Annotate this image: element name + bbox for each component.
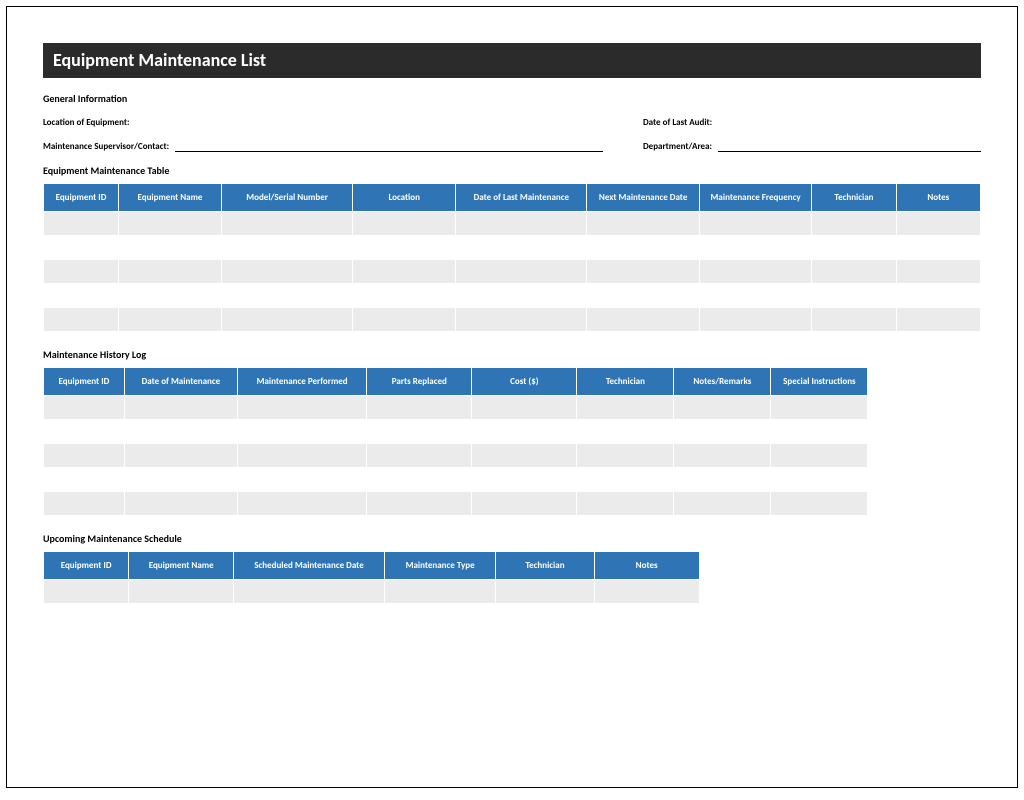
- table-row: [44, 492, 868, 516]
- maintenance-history-table: Equipment ID Date of Maintenance Mainten…: [43, 367, 868, 516]
- th-technician: Technician: [496, 552, 594, 580]
- th-equipment-id: Equipment ID: [44, 184, 119, 212]
- page-title: Equipment Maintenance List: [53, 49, 266, 71]
- table-row: [44, 604, 700, 628]
- table-row: [44, 580, 700, 604]
- label-department: Department/Area:: [643, 141, 712, 152]
- table-row: [44, 236, 981, 260]
- field-department: Department/Area:: [643, 140, 981, 152]
- section-equipment-table: Equipment Maintenance Table Equipment ID…: [43, 164, 981, 332]
- th-last-maint: Date of Last Maintenance: [456, 184, 587, 212]
- th-instructions: Special Instructions: [771, 368, 868, 396]
- label-upcoming: Upcoming Maintenance Schedule: [43, 532, 981, 545]
- th-remarks: Notes/Remarks: [674, 368, 771, 396]
- th-notes: Notes: [896, 184, 980, 212]
- field-location: Location of Equipment:: [43, 117, 603, 128]
- th-scheduled-date: Scheduled Maintenance Date: [234, 552, 385, 580]
- label-audit: Date of Last Audit:: [643, 117, 712, 128]
- th-maint-type: Maintenance Type: [384, 552, 495, 580]
- table-row: [44, 396, 868, 420]
- table-row: [44, 308, 981, 332]
- th-next-maint: Next Maintenance Date: [587, 184, 699, 212]
- th-frequency: Maintenance Frequency: [699, 184, 811, 212]
- input-line-supervisor[interactable]: [175, 140, 603, 152]
- label-supervisor: Maintenance Supervisor/Contact:: [43, 141, 169, 152]
- label-equipment-table: Equipment Maintenance Table: [43, 164, 981, 177]
- section-history-log: Maintenance History Log Equipment ID Dat…: [43, 348, 981, 516]
- table-row: [44, 468, 868, 492]
- table-row: [44, 212, 981, 236]
- table-header-row: Equipment ID Equipment Name Scheduled Ma…: [44, 552, 700, 580]
- label-location: Location of Equipment:: [43, 117, 129, 128]
- th-parts: Parts Replaced: [367, 368, 472, 396]
- table-row: [44, 284, 981, 308]
- info-row-2: Maintenance Supervisor/Contact: Departme…: [43, 140, 981, 152]
- table-row: [44, 420, 868, 444]
- th-equipment-id: Equipment ID: [44, 368, 125, 396]
- document-page: Equipment Maintenance List General Infor…: [6, 6, 1018, 788]
- th-location: Location: [353, 184, 456, 212]
- section-upcoming-schedule: Upcoming Maintenance Schedule Equipment …: [43, 532, 981, 628]
- th-equipment-id: Equipment ID: [44, 552, 129, 580]
- th-equipment-name: Equipment Name: [118, 184, 221, 212]
- equipment-maintenance-table: Equipment ID Equipment Name Model/Serial…: [43, 183, 981, 332]
- table-row: [44, 444, 868, 468]
- label-history-log: Maintenance History Log: [43, 348, 981, 361]
- field-supervisor: Maintenance Supervisor/Contact:: [43, 140, 603, 152]
- th-equipment-name: Equipment Name: [129, 552, 234, 580]
- table-header-row: Equipment ID Equipment Name Model/Serial…: [44, 184, 981, 212]
- table-header-row: Equipment ID Date of Maintenance Mainten…: [44, 368, 868, 396]
- th-cost: Cost ($): [472, 368, 577, 396]
- th-notes: Notes: [594, 552, 699, 580]
- th-maint-performed: Maintenance Performed: [237, 368, 366, 396]
- info-row-1: Location of Equipment: Date of Last Audi…: [43, 117, 981, 128]
- th-maint-date: Date of Maintenance: [124, 368, 237, 396]
- th-model-serial: Model/Serial Number: [222, 184, 353, 212]
- upcoming-maintenance-table: Equipment ID Equipment Name Scheduled Ma…: [43, 551, 700, 628]
- table-row: [44, 260, 981, 284]
- th-technician: Technician: [812, 184, 896, 212]
- section-general-info: General Information: [43, 92, 981, 105]
- field-audit-date: Date of Last Audit:: [643, 117, 981, 128]
- input-line-department[interactable]: [718, 140, 981, 152]
- page-title-bar: Equipment Maintenance List: [43, 43, 981, 78]
- th-technician: Technician: [577, 368, 674, 396]
